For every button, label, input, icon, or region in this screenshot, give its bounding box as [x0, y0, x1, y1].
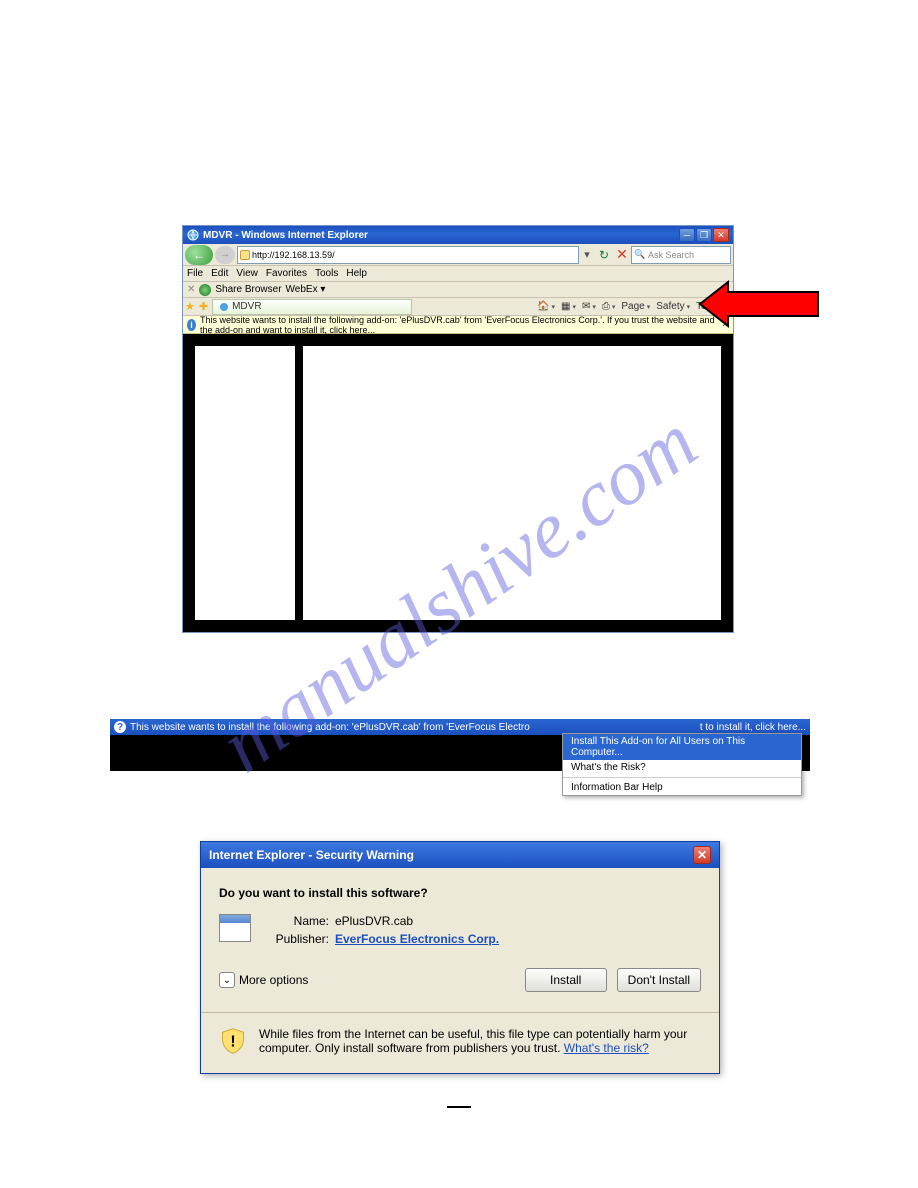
infobar-text-right: t to install it, click here...: [700, 722, 806, 733]
search-icon: 🔍: [634, 249, 648, 260]
infobar-closeup: ? This website wants to install the foll…: [110, 719, 810, 771]
page-menu[interactable]: Page▾: [621, 301, 650, 312]
menu-bar: File Edit View Favorites Tools Help: [183, 266, 733, 282]
info-icon: i: [187, 319, 196, 331]
mail-button[interactable]: ✉▾: [582, 301, 596, 312]
dialog-titlebar: Internet Explorer - Security Warning ✕: [201, 842, 719, 868]
share-browser-button[interactable]: Share Browser: [215, 284, 281, 295]
feeds-button[interactable]: ▦▾: [561, 301, 576, 312]
menu-info-bar-help[interactable]: Information Bar Help: [563, 780, 801, 795]
publisher-label: Publisher:: [263, 932, 329, 946]
publisher-link[interactable]: EverFocus Electronics Corp.: [335, 932, 499, 946]
window-titlebar: MDVR - Windows Internet Explorer － ❐ ✕: [183, 226, 733, 244]
add-favorite-icon[interactable]: ✚: [199, 300, 208, 313]
question-icon: ?: [114, 721, 126, 733]
content-area: [183, 334, 733, 632]
dialog-title: Internet Explorer - Security Warning: [209, 848, 414, 862]
infobar-text: This website wants to install the follow…: [200, 315, 717, 335]
toolbar-close-icon[interactable]: ✕: [187, 284, 195, 295]
favorites-bar: ★ ✚ MDVR 🏠▾ ▦▾ ✉▾ ⎙▾ Page▾ Safety▾ Tools…: [183, 298, 733, 316]
globe-icon: [199, 284, 211, 296]
safety-menu[interactable]: Safety▾: [656, 301, 690, 312]
menu-file[interactable]: File: [187, 268, 203, 279]
minimize-button[interactable]: －: [679, 228, 695, 242]
refresh-button[interactable]: ↻: [595, 247, 613, 263]
infobar-context-menu: Install This Add-on for All Users on Thi…: [562, 733, 802, 796]
page-number: [447, 1106, 471, 1112]
extra-toolbar: ✕ Share Browser WebEx ▾: [183, 282, 733, 298]
menu-tools[interactable]: Tools: [315, 268, 338, 279]
dialog-close-button[interactable]: ✕: [693, 846, 711, 864]
home-button[interactable]: 🏠▾: [537, 301, 555, 312]
warning-text-block: While files from the Internet can be use…: [259, 1027, 701, 1055]
url-dropdown[interactable]: ▾: [581, 248, 593, 261]
name-value: ePlusDVR.cab: [335, 914, 413, 928]
tab-ie-icon: [219, 302, 229, 312]
dialog-question: Do you want to install this software?: [219, 886, 701, 900]
print-button[interactable]: ⎙▾: [602, 301, 616, 312]
shield-warning-icon: !: [219, 1027, 247, 1055]
more-options-label: More options: [239, 973, 308, 987]
whats-risk-link[interactable]: What's the risk?: [564, 1041, 649, 1055]
svg-text:!: !: [230, 1033, 235, 1050]
window-title: MDVR - Windows Internet Explorer: [203, 230, 679, 241]
tab-label: MDVR: [232, 301, 261, 312]
menu-separator: [563, 777, 801, 778]
url-text: http://192.168.13.59/: [252, 250, 335, 260]
more-options-toggle[interactable]: ⌄ More options: [219, 972, 308, 988]
back-button[interactable]: ←: [185, 245, 213, 265]
file-icon: [219, 914, 251, 942]
infobar-text-left: This website wants to install the follow…: [130, 722, 530, 733]
right-panel: [303, 346, 721, 620]
favorites-star-icon[interactable]: ★: [185, 300, 195, 313]
search-field[interactable]: 🔍 Ask Search: [631, 246, 731, 264]
information-bar[interactable]: i This website wants to install the foll…: [183, 316, 733, 334]
menu-help[interactable]: Help: [346, 268, 367, 279]
forward-button[interactable]: →: [215, 246, 235, 264]
close-button[interactable]: ✕: [713, 228, 729, 242]
address-bar[interactable]: http://192.168.13.59/: [237, 246, 579, 264]
menu-edit[interactable]: Edit: [211, 268, 228, 279]
dont-install-button[interactable]: Don't Install: [617, 968, 701, 992]
menu-whats-risk[interactable]: What's the Risk?: [563, 760, 801, 775]
name-label: Name:: [263, 914, 329, 928]
page-icon: [240, 250, 250, 260]
navigation-bar: ← → http://192.168.13.59/ ▾ ↻ ✕ 🔍 Ask Se…: [183, 244, 733, 266]
menu-favorites[interactable]: Favorites: [266, 268, 307, 279]
security-warning-dialog: Internet Explorer - Security Warning ✕ D…: [200, 841, 720, 1074]
maximize-button[interactable]: ❐: [696, 228, 712, 242]
browser-tab[interactable]: MDVR: [212, 299, 412, 315]
left-panel: [195, 346, 295, 620]
search-placeholder: Ask Search: [648, 250, 694, 260]
annotation-arrow: [700, 280, 820, 331]
ie-icon: [187, 229, 199, 241]
browser-window: MDVR - Windows Internet Explorer － ❐ ✕ ←…: [182, 225, 734, 633]
install-button[interactable]: Install: [525, 968, 607, 992]
menu-install-addon[interactable]: Install This Add-on for All Users on Thi…: [563, 734, 801, 760]
stop-button[interactable]: ✕: [615, 248, 629, 262]
expand-icon: ⌄: [219, 972, 235, 988]
webex-dropdown[interactable]: WebEx ▾: [286, 284, 326, 295]
menu-view[interactable]: View: [236, 268, 258, 279]
command-bar: 🏠▾ ▦▾ ✉▾ ⎙▾ Page▾ Safety▾ Tools▾: [416, 301, 731, 312]
